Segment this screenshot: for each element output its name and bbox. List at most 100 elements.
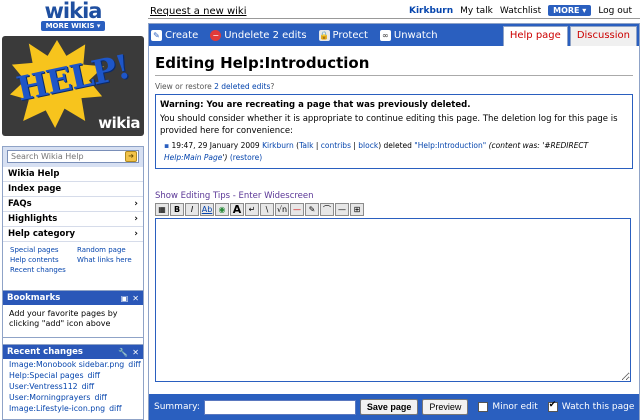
close-icon[interactable]: ✕	[132, 348, 139, 357]
recreate-warning-box: Warning: You are recreating a page that …	[155, 94, 633, 169]
watch-page-option[interactable]: Watch this page	[547, 400, 635, 412]
image-insert-button[interactable]: ▦	[155, 203, 169, 216]
bookmarks-header: Bookmarks ▣ ✕	[3, 291, 143, 305]
more-menu-button[interactable]: MORE ▾	[548, 5, 592, 16]
quicklink-recent-changes[interactable]: Recent changes	[10, 266, 77, 274]
summary-label: Summary:	[154, 402, 200, 412]
recent-change-page-link[interactable]: User:Ventress112	[9, 382, 78, 392]
bookmarks-body: Add your favorite pages by clicking "add…	[9, 309, 118, 328]
bold-button[interactable]: B	[170, 203, 184, 216]
nav-item-highlights[interactable]: Highlights ›	[3, 212, 143, 227]
subtitle-suffix: ?	[270, 82, 275, 91]
logout-link[interactable]: Log out	[598, 6, 632, 16]
my-talk-link[interactable]: My talk	[460, 6, 493, 16]
diff-link[interactable]: diff	[94, 393, 107, 403]
summary-input[interactable]	[203, 399, 356, 415]
nav-item-label: Highlights	[8, 214, 58, 224]
save-page-button[interactable]: Save page	[359, 399, 419, 415]
create-button[interactable]: ✎ Create	[151, 29, 199, 41]
deleted-edits-link[interactable]: 2 deleted edits	[214, 82, 270, 91]
help-wiki-logo[interactable]: HELP! wikia	[2, 36, 144, 136]
tips-separator: -	[230, 191, 239, 201]
insert-table-button[interactable]: ⊞	[350, 203, 364, 216]
search-header: ➜	[3, 147, 143, 167]
italic-button[interactable]: I	[185, 203, 199, 216]
page-subtitle: View or restore 2 deleted edits?	[155, 82, 633, 91]
warning-body: You should consider whether it is approp…	[160, 114, 618, 136]
undelete-button[interactable]: − Undelete 2 edits	[210, 29, 307, 41]
watch-page-checkbox[interactable]	[547, 400, 558, 412]
request-new-wiki-link[interactable]: Request a new wiki	[150, 6, 246, 17]
watchlist-link[interactable]: Watchlist	[500, 6, 541, 16]
edit-textarea[interactable]	[155, 218, 631, 382]
nav-item-wikia-help[interactable]: Wikia Help	[3, 167, 143, 182]
media-link-button[interactable]: \	[260, 203, 274, 216]
warning-title: Warning: You are recreating a page that …	[160, 100, 471, 110]
tab-help-page[interactable]: Help page	[502, 26, 568, 46]
diff-link[interactable]: diff	[82, 382, 95, 392]
recent-change-page-link[interactable]: User:Morningprayers	[9, 393, 90, 403]
recent-change-page-link[interactable]: Image:Lifestyle-icon.png	[9, 404, 105, 414]
recent-change-page-link[interactable]: Help:Special pages	[9, 371, 84, 381]
search-icon[interactable]: ➜	[125, 151, 137, 162]
editing-tips-bar: Show Editing Tips - Enter Widescreen	[155, 191, 633, 201]
recent-changes-title: Recent changes	[7, 347, 83, 357]
log-user-link[interactable]: Kirkburn	[262, 141, 294, 150]
recent-changes-header: Recent changes 🔧 ✕	[3, 345, 143, 359]
log-block-link[interactable]: block	[358, 141, 378, 150]
log-contribs-link[interactable]: contribs	[321, 141, 351, 150]
quicklink-help-contents[interactable]: Help contents	[10, 256, 77, 264]
nav-item-index-page[interactable]: Index page	[3, 182, 143, 197]
math-formula-button[interactable]: √n	[275, 203, 289, 216]
log-talk-link[interactable]: Talk	[299, 141, 313, 150]
log-restore-link[interactable]: (restore)	[230, 153, 262, 162]
list-item: Image:Lifestyle-icon.png diff	[3, 403, 143, 414]
diff-link[interactable]: diff	[88, 371, 101, 381]
chevron-right-icon: ›	[134, 214, 138, 224]
chevron-right-icon: ›	[134, 229, 138, 239]
internal-link-button[interactable]: Ab	[200, 203, 214, 216]
user-link[interactable]: Kirkburn	[409, 6, 453, 16]
log-reason-link[interactable]: Help:Main Page	[164, 153, 222, 162]
log-page-link[interactable]: "Help:Introduction"	[414, 141, 486, 150]
minor-edit-option[interactable]: Minor edit	[478, 402, 538, 412]
log-reason-suffix: ')	[222, 153, 228, 162]
close-icon[interactable]: ✕	[132, 294, 139, 303]
wrench-icon[interactable]: 🔧	[118, 348, 128, 357]
recent-change-page-link[interactable]: Image:Monobook sidebar.png	[9, 360, 124, 370]
redirect-button[interactable]: ⌒	[320, 203, 334, 216]
more-wikis-button[interactable]: MORE WIKIS ▾	[40, 21, 106, 31]
nowiki-button[interactable]: —	[290, 203, 304, 216]
headline-button[interactable]: A	[230, 203, 244, 216]
wikia-logo[interactable]: wikia MORE WIKIS ▾	[38, 1, 108, 32]
minor-edit-checkbox[interactable]	[478, 402, 489, 412]
log-action: deleted	[383, 141, 412, 150]
nav-item-help-category[interactable]: Help category ›	[3, 227, 143, 242]
signature-button[interactable]: ✎	[305, 203, 319, 216]
nav-item-label: Wikia Help	[8, 169, 60, 179]
tab-discussion[interactable]: Discussion	[569, 26, 637, 46]
content-area: Editing Help:Introduction View or restor…	[149, 46, 639, 385]
diff-link[interactable]: diff	[109, 404, 122, 414]
watch-page-label: Watch this page	[561, 402, 635, 412]
nav-item-label: Help category	[8, 229, 76, 239]
enter-widescreen-link[interactable]: Enter Widescreen	[239, 191, 314, 201]
user-links: Kirkburn My talk Watchlist MORE ▾ Log ou…	[409, 5, 632, 16]
add-bookmark-icon[interactable]: ▣	[121, 294, 129, 303]
unwatch-button[interactable]: ∞ Unwatch	[379, 29, 438, 41]
embed-file-button[interactable]: ↵	[245, 203, 259, 216]
preview-button[interactable]: Preview	[422, 399, 469, 415]
create-label: Create	[165, 29, 199, 41]
external-link-button[interactable]: ◉	[215, 203, 229, 216]
wikia-wordmark[interactable]: wikia	[38, 1, 108, 22]
quicklink-special-pages[interactable]: Special pages	[10, 246, 77, 254]
horizontal-line-button[interactable]: —	[335, 203, 349, 216]
search-input[interactable]	[7, 150, 139, 163]
nav-item-faqs[interactable]: FAQs ›	[3, 197, 143, 212]
top-bar: wikia MORE WIKIS ▾ Request a new wiki Ki…	[0, 0, 640, 31]
quicklink-random-page[interactable]: Random page	[77, 246, 147, 254]
quicklink-what-links-here[interactable]: What links here	[77, 256, 147, 264]
protect-button[interactable]: 🔒 Protect	[318, 29, 368, 41]
diff-link[interactable]: diff	[128, 360, 141, 370]
show-editing-tips-link[interactable]: Show Editing Tips	[155, 191, 230, 201]
